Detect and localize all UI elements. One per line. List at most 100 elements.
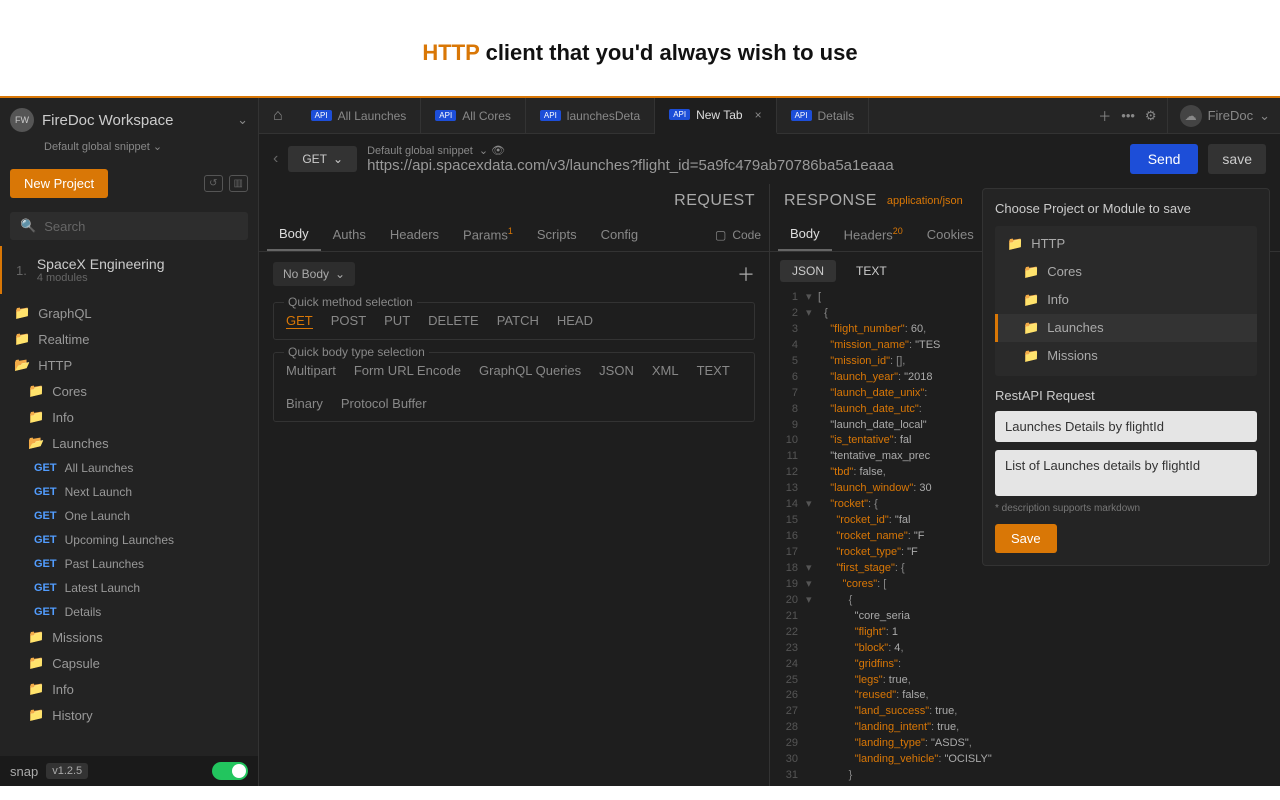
status-bar: snap v1.2.5: [0, 756, 258, 786]
dialog-tree-item[interactable]: 📁Info: [995, 286, 1257, 314]
back-icon[interactable]: ‹: [273, 150, 278, 168]
save-dialog: Choose Project or Module to save 📁HTTP📁C…: [982, 188, 1270, 566]
tab[interactable]: APIAll Launches: [297, 98, 422, 134]
tab[interactable]: APIDetails: [777, 98, 870, 134]
search-input[interactable]: 🔍 Search: [10, 212, 248, 240]
tree-item[interactable]: GET Next Launch: [0, 480, 258, 504]
request-tab[interactable]: Auths: [321, 219, 378, 250]
dialog-save-button[interactable]: Save: [995, 524, 1057, 553]
folder-icon: 📁: [28, 707, 44, 723]
chevron-down-icon[interactable]: ⌄: [237, 112, 248, 128]
tree-item[interactable]: GET All Launches: [0, 456, 258, 480]
more-icon[interactable]: •••: [1121, 108, 1135, 123]
tree-item[interactable]: GET Past Launches: [0, 552, 258, 576]
snap-toggle[interactable]: [212, 762, 248, 780]
request-tab[interactable]: Body: [267, 218, 321, 251]
history-icon[interactable]: ↺: [204, 175, 222, 192]
settings-icon[interactable]: ⚙: [1145, 108, 1157, 124]
workspace-name: FireDoc Workspace: [42, 112, 173, 129]
content-type-badge: application/json: [887, 195, 963, 207]
folder-icon: 📁: [1023, 292, 1039, 308]
tab[interactable]: APINew Tab×: [655, 98, 776, 134]
folder-icon: 📁: [28, 383, 44, 399]
request-tabs: BodyAuthsHeadersParams1ScriptsConfig ▢ Co…: [259, 218, 769, 252]
quick-body-item[interactable]: Multipart: [286, 363, 336, 378]
body-type-selector[interactable]: No Body ⌄: [273, 262, 355, 286]
tree-item[interactable]: 📁Cores: [0, 378, 258, 404]
new-tab-button[interactable]: ＋: [1098, 106, 1111, 125]
search-icon: 🔍: [20, 218, 36, 234]
text-view-tab[interactable]: TEXT: [844, 260, 899, 282]
tree-item[interactable]: 📁Info: [0, 404, 258, 430]
tree-item[interactable]: 📂HTTP: [0, 352, 258, 378]
tree-item[interactable]: 📁Realtime: [0, 326, 258, 352]
json-view-tab[interactable]: JSON: [780, 260, 836, 282]
tree-item[interactable]: 📁GraphQL: [0, 300, 258, 326]
quick-method-item[interactable]: PUT: [384, 313, 410, 329]
request-tab[interactable]: Config: [589, 219, 651, 250]
response-tab[interactable]: Cookies: [915, 219, 986, 250]
tab-bar: ⌂ APIAll LaunchesAPIAll CoresAPIlaunches…: [259, 98, 1280, 134]
quick-body-item[interactable]: JSON: [599, 363, 634, 378]
response-tab[interactable]: Headers20: [832, 218, 915, 250]
tree-item[interactable]: 📁Capsule: [0, 650, 258, 676]
request-name-input[interactable]: [995, 411, 1257, 442]
dialog-tree-item[interactable]: 📁HTTP: [995, 230, 1257, 258]
tab[interactable]: APIlaunchesDeta: [526, 98, 655, 134]
quick-body-item[interactable]: GraphQL Queries: [479, 363, 581, 378]
quick-method-item[interactable]: POST: [331, 313, 366, 329]
folder-icon: 📁: [1023, 264, 1039, 280]
method-selector[interactable]: GET ⌄: [288, 146, 357, 172]
send-button[interactable]: Send: [1130, 144, 1199, 174]
project-item[interactable]: 1. SpaceX Engineering 4 modules: [0, 246, 258, 294]
quick-method-item[interactable]: GET: [286, 313, 313, 329]
request-tab[interactable]: Params1: [451, 218, 525, 250]
brand[interactable]: ☁ FireDoc ⌄: [1167, 98, 1270, 134]
response-tab[interactable]: Body: [778, 218, 832, 251]
close-icon[interactable]: ×: [755, 108, 762, 122]
tree-item[interactable]: 📁Missions: [0, 624, 258, 650]
code-toggle[interactable]: ▢ Code: [715, 228, 761, 242]
add-icon[interactable]: ＋: [737, 261, 755, 287]
workspace-header[interactable]: FW FireDoc Workspace ⌄: [0, 98, 258, 140]
url-snippet-label[interactable]: Default global snippet ⌄ 👁: [367, 144, 1120, 157]
tab[interactable]: APIAll Cores: [421, 98, 526, 134]
request-title: REQUEST: [674, 192, 755, 210]
version-badge: v1.2.5: [46, 763, 88, 779]
request-desc-input[interactable]: List of Launches details by flightId: [995, 450, 1257, 496]
home-icon[interactable]: ⌂: [259, 107, 297, 125]
url-bar: ‹ GET ⌄ Default global snippet ⌄ 👁 https…: [259, 134, 1280, 184]
quick-method-item[interactable]: DELETE: [428, 313, 479, 329]
workspace-subtitle[interactable]: Default global snippet ⌄: [0, 140, 258, 161]
tree-item[interactable]: GET Details: [0, 600, 258, 624]
request-tab[interactable]: Headers: [378, 219, 451, 250]
dialog-tree-item[interactable]: 📁Capsule: [995, 370, 1257, 376]
save-button[interactable]: save: [1208, 144, 1266, 174]
dialog-tree-item[interactable]: 📁Missions: [995, 342, 1257, 370]
workspace-avatar: FW: [10, 108, 34, 132]
new-project-button[interactable]: New Project: [10, 169, 108, 198]
quick-body-item[interactable]: Form URL Encode: [354, 363, 461, 378]
folder-icon: 📁: [28, 629, 44, 645]
quick-body-item[interactable]: XML: [652, 363, 679, 378]
folder-icon: 📂: [14, 357, 30, 373]
tree-item[interactable]: GET Latest Launch: [0, 576, 258, 600]
dialog-tree-item[interactable]: 📁Launches: [995, 314, 1257, 342]
quick-method-item[interactable]: HEAD: [557, 313, 593, 329]
url-input[interactable]: https://api.spacexdata.com/v3/launches?f…: [367, 157, 1120, 174]
dialog-tree-item[interactable]: 📁Cores: [995, 258, 1257, 286]
tree-item[interactable]: 📁Info: [0, 676, 258, 702]
archive-icon[interactable]: ▥: [229, 175, 248, 192]
tree-item[interactable]: GET One Launch: [0, 504, 258, 528]
tree-item[interactable]: 📁History: [0, 702, 258, 728]
tree-item[interactable]: GET Upcoming Launches: [0, 528, 258, 552]
dialog-section: RestAPI Request: [995, 388, 1257, 403]
quick-body-item[interactable]: Protocol Buffer: [341, 396, 427, 411]
folder-icon: 📁: [28, 655, 44, 671]
quick-body-item[interactable]: TEXT: [697, 363, 730, 378]
tree-item[interactable]: 📂Launches: [0, 430, 258, 456]
quick-body-item[interactable]: Binary: [286, 396, 323, 411]
quick-method-item[interactable]: PATCH: [497, 313, 539, 329]
folder-icon: 📁: [28, 681, 44, 697]
request-tab[interactable]: Scripts: [525, 219, 589, 250]
